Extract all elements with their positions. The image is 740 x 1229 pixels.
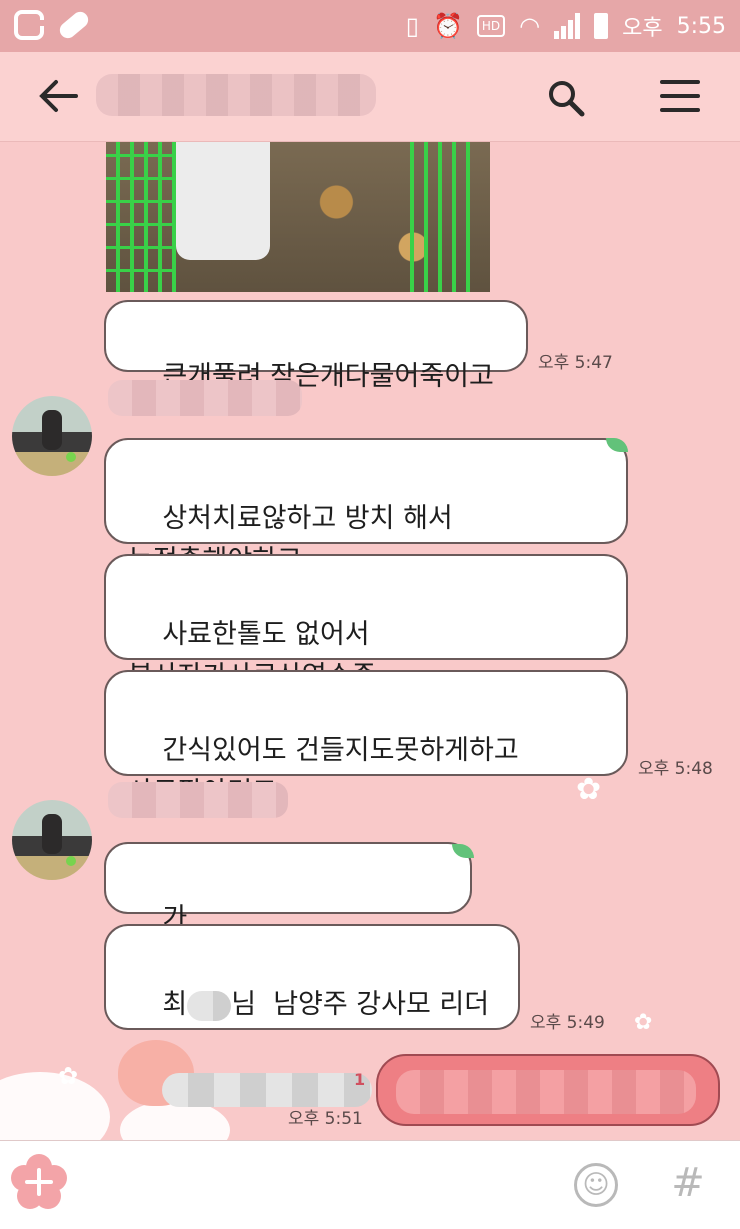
status-bar: ▯ ⏰ HD ◠ 오후 5:55 (0, 0, 740, 52)
chat-title (96, 74, 376, 116)
message-bubble[interactable]: 최 님 남양주 강사모 리더 (104, 924, 520, 1107)
redacted-text (187, 990, 232, 1021)
message-bubble[interactable]: 가 (104, 842, 472, 1024)
back-button[interactable] (36, 74, 84, 122)
flower-decoration: ✿ (576, 772, 602, 807)
hash-button[interactable]: # (668, 1159, 708, 1207)
photo-message[interactable] (106, 142, 490, 292)
sender-name (108, 380, 302, 416)
message-time: 오후 5:49 (530, 1013, 605, 1033)
emoji-button[interactable]: ☺ (574, 1163, 618, 1207)
smiley-icon: ☺ (582, 1170, 610, 1200)
status-time: 5:55 (676, 13, 726, 39)
back-arrow-icon (39, 80, 78, 112)
add-button[interactable] (8, 1151, 70, 1213)
hd-icon: HD (476, 15, 506, 37)
avatar[interactable] (12, 396, 92, 476)
avatar[interactable] (12, 800, 92, 880)
message-bubble[interactable]: 상처치료않하고 방치 해서 눈적출해야하고 (104, 438, 628, 576)
status-ampm: 오후 (622, 16, 663, 41)
vibrate-icon: ▯ (405, 12, 419, 40)
search-icon (549, 81, 585, 117)
message-text: 님 남양주 강사모 리더 (231, 989, 490, 1020)
unread-count: 1 (354, 1070, 366, 1089)
wifi-icon: ◠ (519, 12, 541, 40)
message-text: 최 (162, 989, 188, 1020)
flower-decoration: ✿ (634, 1010, 653, 1035)
battery-icon (594, 13, 609, 39)
chat-header (0, 52, 740, 142)
sender-name (108, 782, 288, 818)
add-flower-icon (11, 1154, 67, 1209)
message-bubble[interactable]: 큰개풀려 작은개다물어죽이고 (104, 300, 528, 392)
redacted-text (396, 1070, 696, 1114)
message-time: 오후 5:48 (638, 759, 713, 779)
alarm-icon: ⏰ (433, 12, 463, 40)
menu-button[interactable] (660, 80, 700, 116)
pill-icon (56, 8, 92, 42)
message-bubble[interactable]: 사료한톨도 없어서 봉사자가사료산영수증 (104, 554, 628, 692)
message-time: 오후 5:51 (288, 1109, 363, 1129)
search-button[interactable] (546, 78, 586, 118)
cloud-decoration (0, 1072, 110, 1140)
input-bar: ☺ # (0, 1140, 740, 1229)
redacted-link[interactable] (162, 1072, 373, 1107)
message-time: 오후 5:47 (538, 353, 613, 373)
signal-icon (554, 13, 581, 39)
g-app-icon (14, 10, 44, 40)
chat-area[interactable]: ✿ ✿ ✿ ✿ 큰개풀려 작은개다물어죽이고 오후 5:47 상처치료않하고 방… (0, 142, 740, 1140)
message-bubble[interactable]: 간식있어도 건들지도못하게하고 사료팔아먹고 (104, 670, 628, 808)
my-message-bubble[interactable] (376, 1054, 720, 1126)
flower-decoration: ✿ (58, 1062, 79, 1090)
menu-icon (660, 80, 700, 84)
